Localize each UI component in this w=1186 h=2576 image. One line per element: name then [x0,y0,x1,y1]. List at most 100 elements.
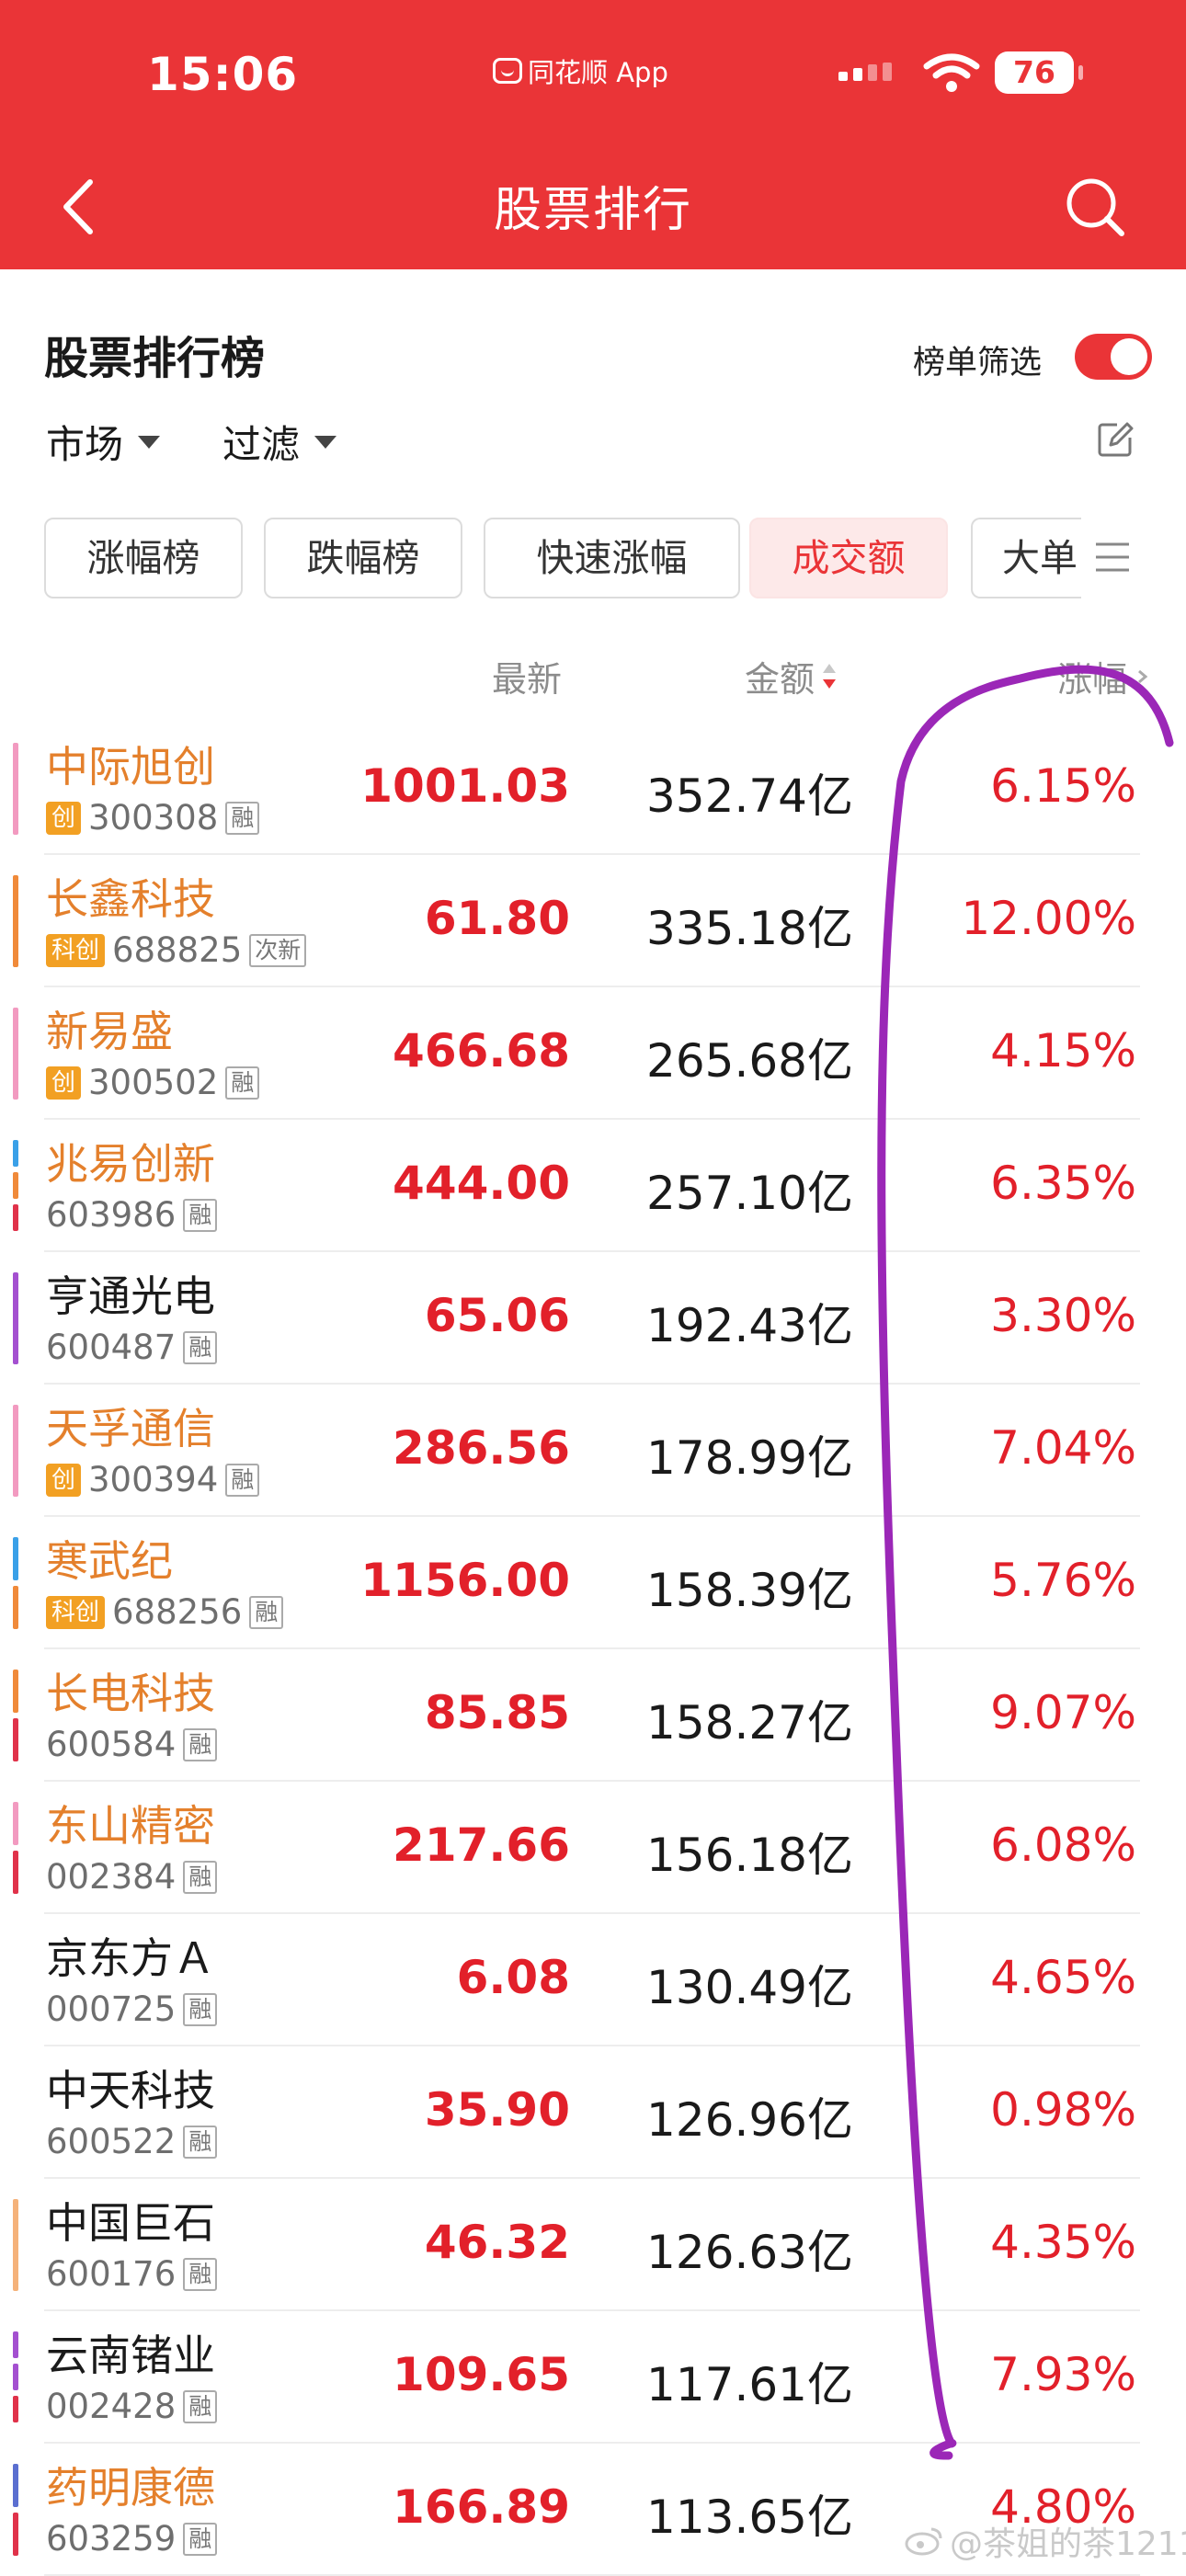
stock-amount: 158.27亿 [646,1696,853,1750]
battery-level: 76 [1013,54,1055,90]
sector-color-markers [13,1670,18,1761]
stock-sub-info: 600176 融 [46,2254,218,2294]
stock-amount: 178.99亿 [646,1431,853,1485]
sector-marker [13,2364,18,2390]
stock-row[interactable]: 云南锗业 002428 融 109.65 117.61亿 7.93% [0,2311,1186,2444]
sector-marker [13,1140,18,1167]
menu-icon[interactable] [1094,541,1131,574]
stock-change: 4.65% [990,1951,1136,2004]
filter-toggle[interactable] [1075,334,1152,380]
sector-marker [13,743,18,835]
sector-color-markers [13,875,18,967]
board-badge: 创 [46,1066,82,1100]
board-badge: 创 [46,801,82,835]
stock-amount: 117.61亿 [646,2358,853,2411]
sector-marker [13,1172,18,1199]
sector-color-markers [13,1405,18,1497]
page-title: 股票排行 [493,183,692,238]
sector-marker [13,1851,18,1894]
stock-name: 东山精密 [46,1801,215,1851]
tab-losers[interactable]: 跌幅榜 [264,518,462,598]
sector-color-markers [13,1140,18,1231]
stock-sub-info: 603986 融 [46,1195,218,1235]
stock-price: 61.80 [424,892,570,945]
sector-marker [13,2396,18,2422]
filter-dropdown-label: 过滤 [222,422,301,467]
search-icon[interactable] [1063,175,1127,239]
board-badge: 创 [46,1463,82,1497]
tab-gainers[interactable]: 涨幅榜 [44,518,243,598]
chevron-right-icon [1138,669,1148,683]
stock-name: 药明康德 [46,2463,215,2513]
stock-row[interactable]: 新易盛创 300502 融 466.68 265.68亿 4.15% [0,987,1186,1120]
column-header-change[interactable]: 涨幅 [1057,651,1149,701]
sector-marker [13,2331,18,2358]
filter-dropdown[interactable]: 过滤 [222,414,337,470]
sector-color-markers [13,2331,18,2422]
stock-row[interactable]: 东山精密 002384 融 217.66 156.18亿 6.08% [0,1782,1186,1914]
wifi-icon [923,53,980,92]
watermark: @茶姐的茶1211 [904,2517,1186,2565]
stock-row[interactable]: 长鑫科技 科创 688825 次新 61.80 335.18亿 12.00% [0,855,1186,987]
stock-amount: 156.18亿 [646,1829,853,1882]
stock-code: 002384 [46,1857,177,1897]
stock-row[interactable]: 寒武纪 科创 688256 融 1156.00 158.39亿 5.76% [0,1517,1186,1649]
stock-price: 1001.03 [360,759,570,813]
stock-code: 300308 [88,798,219,838]
edit-icon[interactable] [1097,421,1134,458]
stock-change: 0.98% [990,2083,1136,2137]
sector-marker [13,875,18,967]
stock-row[interactable]: 兆易创新 603986 融 444.00 257.10亿 6.35% [0,1120,1186,1252]
tab-fast-rise[interactable]: 快速涨幅 [484,518,740,598]
stock-name: 云南锗业 [46,2331,215,2380]
column-header-amount[interactable]: 金额 [745,651,838,701]
column-header-amount-label: 金额 [745,659,815,700]
stock-tag: 融 [183,1198,218,1232]
sector-marker [13,1802,18,1845]
stock-price: 65.06 [424,1289,570,1342]
column-header-latest[interactable]: 最新 [492,651,562,701]
stock-row[interactable]: 亨通光电 600487 融 65.06 192.43亿 3.30% [0,1252,1186,1385]
sector-marker [13,1204,18,1231]
stock-tag: 融 [225,1066,260,1100]
stock-row[interactable]: 中国巨石 600176 融 46.32 126.63亿 4.35% [0,2179,1186,2311]
app-logo-icon [493,58,522,84]
sector-marker [13,2199,18,2291]
stock-change: 12.00% [961,892,1136,945]
stock-code: 603986 [46,1195,177,1235]
sector-color-markers [13,1802,18,1894]
stock-amount: 352.74亿 [646,769,853,823]
stock-sub-info: 002428 融 [46,2387,218,2426]
stock-change: 6.35% [990,1157,1136,1210]
stock-row[interactable]: 天孚通信创 300394 融 286.56 178.99亿 7.04% [0,1385,1186,1517]
stock-sub-info: 600522 融 [46,2122,218,2161]
tab-block-orders[interactable]: 大单 [971,518,1081,598]
stock-row[interactable]: 中天科技 600522 融 35.90 126.96亿 0.98% [0,2046,1186,2179]
status-app-indicator: 同花顺 App [493,51,668,90]
status-time: 15:06 [147,48,299,101]
stock-sub-info: 创 300308 融 [46,798,260,838]
stock-row[interactable]: 中际旭创创 300308 融 1001.03 352.74亿 6.15% [0,723,1186,855]
stock-name: 中天科技 [46,2066,215,2115]
stock-row[interactable]: 京东方Ａ 000725 融 6.08 130.49亿 4.65% [0,1914,1186,2046]
stock-row[interactable]: 长电科技 600584 融 85.85 158.27亿 9.07% [0,1649,1186,1782]
stock-name: 寒武纪 [46,1536,173,1586]
status-app-label: 同花顺 App [528,57,668,88]
market-dropdown[interactable]: 市场 [46,414,161,470]
stock-price: 1156.00 [360,1554,570,1607]
stock-name: 中际旭创 [46,742,215,792]
stock-name: 长鑫科技 [46,874,215,924]
stock-price: 166.89 [393,2480,570,2534]
stock-tag: 融 [183,1992,218,2026]
stock-change: 6.15% [990,759,1136,813]
sector-marker [13,1537,18,1580]
tab-turnover[interactable]: 成交额 [749,518,948,598]
stock-code: 000725 [46,1989,177,2029]
stock-price: 466.68 [393,1024,570,1077]
stock-name: 京东方Ａ [46,1933,215,1983]
stock-price: 6.08 [456,1951,570,2004]
stock-code: 600176 [46,2254,177,2294]
stock-tag: 次新 [249,933,307,967]
stock-change: 4.35% [990,2216,1136,2269]
board-badge: 科创 [46,933,106,967]
